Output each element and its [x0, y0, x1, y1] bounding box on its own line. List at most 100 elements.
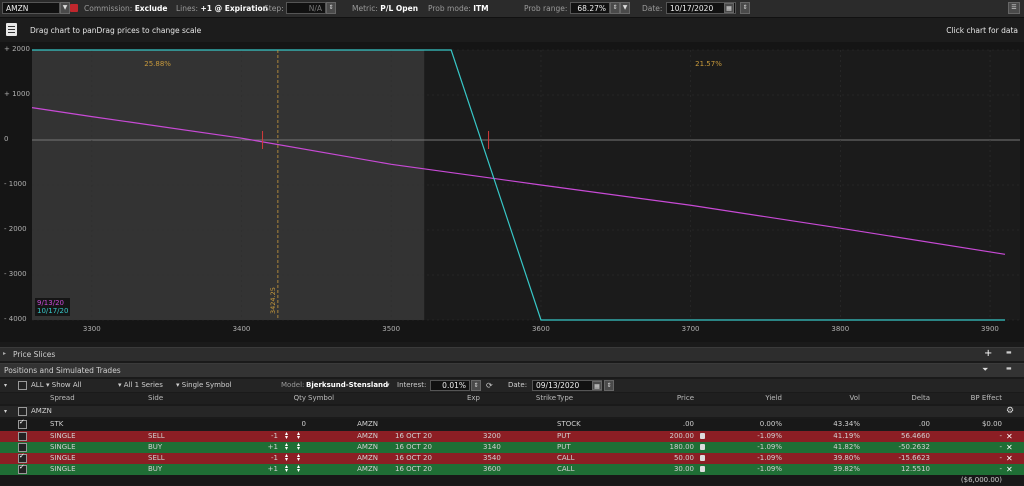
qty-spinner-icon[interactable]: ▴ ▾ — [285, 431, 291, 441]
prob-mode-setting[interactable]: Prob mode: ITM — [428, 4, 489, 13]
cell-spread[interactable]: SINGLE — [50, 442, 140, 453]
cell-exp[interactable]: 16 OCT 20 — [395, 431, 455, 442]
delete-row-icon[interactable]: ✕ — [1006, 431, 1013, 442]
cell-side[interactable]: BUY — [148, 464, 208, 475]
chart-icon[interactable] — [6, 23, 17, 36]
table-row[interactable]: SINGLE BUY +1 ▴ ▾ ▴ ▾ AMZN 16 OCT 20 3140 … — [0, 442, 1024, 453]
table-row[interactable]: SINGLE SELL -1 ▴ ▾ ▴ ▾ AMZN 16 OCT 20 3200… — [0, 431, 1024, 442]
delete-row-icon[interactable]: ✕ — [1006, 464, 1013, 475]
cell-strike[interactable]: 3540 — [483, 453, 519, 464]
group-collapse-icon[interactable]: ▾ — [4, 406, 7, 417]
prob-range-spinner-icon[interactable]: ⇕ — [610, 2, 620, 14]
col-delta[interactable]: Delta — [880, 393, 930, 404]
lines-setting[interactable]: Lines: +1 @ Expiration — [176, 4, 268, 13]
chart-svg[interactable] — [0, 42, 1024, 342]
positions-date-spinner-icon[interactable]: ⇕ — [604, 380, 614, 391]
series-dropdown[interactable]: ▾ All 1 Series — [118, 380, 163, 391]
cell-price[interactable]: 200.00 — [640, 431, 695, 442]
delete-row-icon[interactable]: ✕ — [1006, 442, 1013, 453]
filter-icon[interactable]: ⏷ — [982, 365, 988, 375]
add-icon[interactable]: + — [984, 348, 992, 359]
prob-range-dropdown-icon[interactable]: ▼ — [620, 2, 630, 14]
row-checkbox[interactable] — [18, 432, 27, 441]
lock-icon[interactable] — [700, 444, 705, 450]
link-color-icon[interactable] — [70, 4, 78, 12]
col-strike[interactable]: Strike — [520, 393, 556, 404]
col-spread[interactable]: Spread — [50, 393, 140, 404]
click-chart-hint[interactable]: Click chart for data — [946, 26, 1018, 35]
cell-spread[interactable]: SINGLE — [50, 464, 140, 475]
refresh-icon[interactable]: ⟳ — [486, 380, 493, 391]
qty-adjust-icon[interactable]: ▴ ▾ — [297, 442, 303, 452]
model-dropdown-icon[interactable]: ▾ — [386, 380, 390, 391]
row-checkbox[interactable]: ✓ — [18, 463, 27, 474]
cell-side[interactable]: SELL — [148, 431, 208, 442]
delete-row-icon[interactable]: ✕ — [1006, 453, 1013, 464]
price-slices-panel[interactable]: ▸ Price Slices + ▬ — [0, 347, 1024, 361]
symbol-dropdown-icon[interactable]: ▼ — [60, 2, 70, 14]
cell-qty[interactable]: +1 — [240, 442, 278, 453]
interest-spinner-icon[interactable]: ⇕ — [471, 380, 481, 391]
cell-type[interactable]: CALL — [557, 464, 617, 475]
metric-setting[interactable]: Metric: P/L Open — [352, 4, 418, 13]
cell-side[interactable]: SELL — [148, 453, 208, 464]
cell-price[interactable]: 50.00 — [640, 453, 694, 464]
qty-adjust-icon[interactable]: ▴ ▾ — [297, 431, 303, 441]
risk-profile-chart[interactable]: + 2000 + 1000 0 - 1000 - 2000 - 3000 - 4000 33… — [0, 42, 1024, 342]
calendar-icon[interactable]: ▦ — [724, 3, 734, 13]
cell-type[interactable]: PUT — [557, 442, 617, 453]
cell-price[interactable]: 30.00 — [640, 464, 694, 475]
col-price[interactable]: Price — [640, 393, 694, 404]
show-all-dropdown[interactable]: ▾ Show All — [46, 380, 82, 391]
cell-spread[interactable]: SINGLE — [50, 453, 140, 464]
table-row[interactable]: ✓ SINGLE SELL -1 ▴ ▾ ▴ ▾ AMZN 16 OCT 20 35… — [0, 452, 1024, 464]
cell-qty[interactable]: +1 — [240, 464, 278, 475]
prob-range-input[interactable]: 68.27% — [570, 2, 610, 14]
model-value[interactable]: Bjerksund-Stensland — [306, 380, 388, 391]
step-input[interactable]: N/A — [286, 2, 326, 14]
col-yield[interactable]: Yield — [730, 393, 782, 404]
cell-strike[interactable]: 3140 — [483, 442, 519, 453]
lock-icon[interactable] — [700, 455, 705, 461]
gear-icon[interactable]: ⚙ — [1006, 406, 1014, 417]
panel-menu-icon[interactable]: ▬ — [1006, 349, 1012, 356]
col-type[interactable]: Type — [557, 393, 617, 404]
cell-qty[interactable]: -1 — [240, 453, 278, 464]
cell-strike[interactable]: 3600 — [483, 464, 519, 475]
cell-qty[interactable]: -1 — [240, 431, 278, 442]
interest-input[interactable]: 0.01% — [430, 380, 470, 391]
cell-strike[interactable]: 3200 — [483, 431, 519, 442]
cell-price[interactable]: 180.00 — [640, 442, 695, 453]
cell-type[interactable]: PUT — [557, 431, 617, 442]
col-exp[interactable]: Exp — [440, 393, 480, 404]
qty-spinner-icon[interactable]: ▴ ▾ — [285, 453, 291, 463]
cell-exp[interactable]: 16 OCT 20 — [395, 453, 455, 464]
positions-menu-icon[interactable]: ▬ — [1006, 365, 1012, 372]
symbol-input[interactable]: AMZN — [2, 2, 60, 14]
cell-exp[interactable]: 16 OCT 20 — [395, 464, 455, 475]
col-bp-effect[interactable]: BP Effect — [950, 393, 1002, 404]
collapse-icon[interactable]: ▾ — [4, 380, 7, 391]
step-spinner-icon[interactable]: ⇕ — [326, 2, 336, 14]
expand-icon[interactable]: ▸ — [3, 350, 6, 357]
cell-side[interactable]: BUY — [148, 442, 208, 453]
col-vol[interactable]: Vol — [810, 393, 860, 404]
table-row[interactable]: ✓ STK 0 AMZN STOCK .00 0.00% 43.34% .00 … — [0, 418, 1024, 430]
group-row[interactable]: ▾ AMZN ⚙ — [0, 406, 1024, 417]
col-symbol[interactable]: Symbol — [308, 393, 368, 404]
lock-icon[interactable] — [700, 433, 705, 439]
qty-adjust-icon[interactable]: ▴ ▾ — [297, 453, 303, 463]
cell-exp[interactable]: 16 OCT 20 — [395, 442, 455, 453]
table-row[interactable]: ✓ SINGLE BUY +1 ▴ ▾ ▴ ▾ AMZN 16 OCT 20 360… — [0, 463, 1024, 475]
cell-type[interactable]: CALL — [557, 453, 617, 464]
positions-calendar-icon[interactable]: ▦ — [592, 381, 602, 390]
group-checkbox[interactable] — [18, 407, 27, 416]
qty-adjust-icon[interactable]: ▴ ▾ — [297, 464, 303, 474]
qty-spinner-icon[interactable]: ▴ ▾ — [285, 464, 291, 474]
date-spinner-icon[interactable]: ⇕ — [740, 2, 750, 14]
select-all-checkbox[interactable] — [18, 381, 27, 390]
commission-setting[interactable]: Commission: Exclude — [84, 4, 167, 13]
col-side[interactable]: Side — [148, 393, 208, 404]
lock-icon[interactable] — [700, 466, 705, 472]
cell-spread[interactable]: SINGLE — [50, 431, 140, 442]
